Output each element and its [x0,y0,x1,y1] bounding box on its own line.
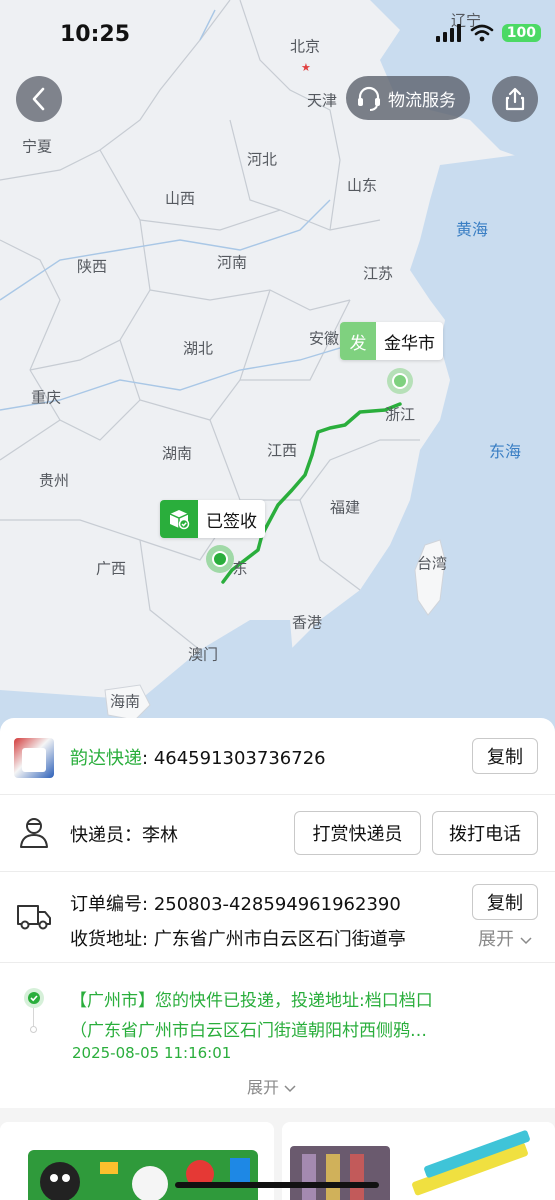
copy-order-button[interactable]: 复制 [472,884,538,920]
address-expand-label: 展开 [478,929,514,950]
map-label-tianjin: 天津 [306,91,338,110]
origin-tag: 发 金华市 [340,322,443,360]
share-button[interactable] [492,76,538,122]
product-thumbnail[interactable] [14,738,54,778]
tracking-expand-label: 展开 [247,1078,280,1097]
tracking-latest-line1: 【广州市】您的快件已投递，投递地址:档口档口 [70,991,433,1011]
destination-status-label: 已签收 [206,511,257,532]
shipment-panel: 韵达快递: 464591303736726 复制 快递员：李林 打赏快递员 拨打… [0,718,555,1200]
tracking-latest-time: 2025-08-05 11:16:01 [72,1044,232,1062]
chevron-down-icon [520,937,532,945]
order-number-line: 订单编号: 250803-428594961962390 [70,890,401,916]
status-time: 10:25 [60,22,131,47]
courier-row: 快递员：李林 打赏快递员 拨打电话 [0,795,555,871]
map-label-anhui: 安徽 [308,329,340,348]
map-label-beijing: 北京 [289,37,321,56]
truck-icon [17,905,51,930]
wifi-icon [470,24,494,42]
headset-icon [358,86,380,111]
map-label-hunan: 湖南 [161,444,193,463]
timeline-next-dot [30,1026,37,1033]
logistics-service-button[interactable]: 物流服务 [346,76,470,120]
map-label-guangxi: 广西 [95,559,127,578]
divider [0,962,555,963]
courier-person-icon [20,818,48,848]
map-label-shaanxi: 陕西 [76,257,108,276]
map-label-hongkong: 香港 [291,613,323,632]
map-label-hainan: 海南 [109,692,141,711]
map-label-hubei: 湖北 [182,339,214,358]
map-label-henan: 河南 [216,253,248,272]
origin-pin [392,373,408,389]
map-label-shandong: 山东 [346,176,378,195]
product-card[interactable] [282,1122,555,1200]
address-expand-button[interactable]: 展开 [478,925,532,951]
map-label-east-sea: 东海 [488,442,522,461]
courier-colon: : [142,748,149,769]
order-number-label: 订单编号: [70,894,149,915]
timeline-line [33,1008,34,1028]
destination-tag: 已签收 [160,500,265,538]
logistics-service-label: 物流服务 [388,90,456,111]
origin-badge: 发 [340,322,376,360]
order-number: 250803-428594961962390 [153,894,401,915]
map-label-yellow-sea: 黄海 [455,220,489,239]
map-label-jiangxi: 江西 [266,441,298,460]
tracking-latest-line2: （广东省广州市白云区石门街道朝阳村西侧鸦… [70,1021,427,1041]
courier-line: 韵达快递: 464591303736726 [70,744,326,770]
order-row: 订单编号: 250803-428594961962390 复制 收货地址: 广东… [0,872,555,962]
back-button[interactable] [16,76,62,122]
map-label-zhejiang: 浙江 [384,405,416,424]
map-label-taiwan: 台湾 [416,554,448,573]
destination-pin [212,551,228,567]
map-label-guangdong: 东 [232,559,248,578]
courier-company: 韵达快递 [70,748,142,769]
capital-star-icon: ★ [301,61,311,74]
map-label-shanxi: 山西 [164,189,196,208]
tracking-number: 464591303736726 [153,748,326,769]
copy-tracking-button[interactable]: 复制 [472,738,538,774]
map-label-fujian: 福建 [329,498,361,517]
address-line: 收货地址: 广东省广州市白云区石门街道亭 [70,925,470,951]
delivery-address: 广东省广州市白云区石门街道亭 [153,929,406,950]
map-label-hebei: 河北 [246,150,278,169]
tracking-expand-button[interactable]: 展开 [247,1074,296,1098]
status-icons: 100 [435,24,541,42]
map-view[interactable]: 辽宁 北京 ★ 天津 宁夏 河北 山西 山东 黄海 陕西 河南 江苏 安徽 湖北… [0,0,555,740]
cellular-signal-icon [435,24,461,42]
chevron-down-icon [284,1085,296,1093]
shipment-row: 韵达快递: 464591303736726 复制 [0,718,555,794]
tip-courier-button[interactable]: 打赏快递员 [294,811,421,855]
package-signed-icon [160,500,198,538]
map-label-macau: 澳门 [187,645,219,664]
share-icon [505,87,525,111]
map-label-chongqing: 重庆 [30,388,62,407]
battery-icon: 100 [501,24,541,42]
courier-name: 快递员：李林 [70,825,178,846]
origin-city: 金华市 [384,333,435,354]
product-image-toys [28,1150,258,1200]
latest-status-dot-icon [24,988,44,1008]
call-courier-button[interactable]: 拨打电话 [432,811,538,855]
address-label: 收货地址: [70,929,149,950]
product-image-blocks [290,1130,530,1200]
route-line [221,402,402,584]
home-indicator[interactable] [175,1182,379,1188]
chevron-left-icon [32,87,45,111]
map-label-ningxia: 宁夏 [21,137,53,156]
map-base [0,0,555,740]
map-label-guizhou: 贵州 [38,471,70,490]
product-card[interactable] [0,1122,274,1200]
map-label-jiangsu: 江苏 [362,264,394,283]
